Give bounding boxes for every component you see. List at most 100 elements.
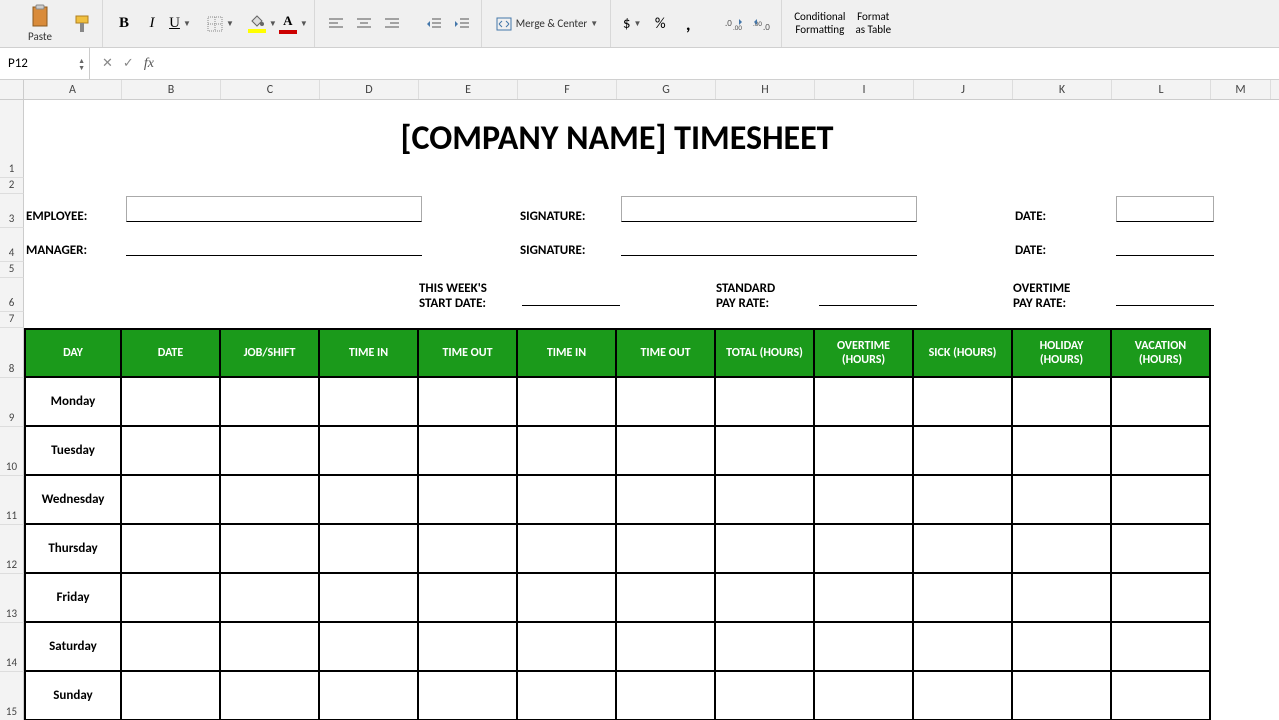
- column-header[interactable]: J: [914, 80, 1013, 99]
- standard-rate-field[interactable]: [819, 304, 917, 306]
- day-cell[interactable]: Sunday: [24, 672, 122, 720]
- data-cell[interactable]: [716, 476, 815, 525]
- data-cell[interactable]: [419, 574, 518, 623]
- data-cell[interactable]: [1112, 623, 1211, 672]
- row-header[interactable]: 5: [0, 262, 24, 278]
- column-header[interactable]: C: [221, 80, 320, 99]
- data-cell[interactable]: [122, 574, 221, 623]
- data-cell[interactable]: [518, 427, 617, 476]
- column-header[interactable]: M: [1211, 80, 1271, 99]
- data-cell[interactable]: [122, 672, 221, 720]
- data-cell[interactable]: [914, 623, 1013, 672]
- row-header[interactable]: 9: [0, 378, 24, 427]
- employee-field[interactable]: [126, 196, 422, 222]
- data-cell[interactable]: [419, 525, 518, 574]
- data-cell[interactable]: [221, 672, 320, 720]
- data-cell[interactable]: [320, 623, 419, 672]
- data-cell[interactable]: [419, 476, 518, 525]
- accept-icon[interactable]: ✓: [123, 56, 134, 71]
- data-cell[interactable]: [914, 476, 1013, 525]
- signature-field-2[interactable]: [621, 254, 917, 256]
- decrease-indent-button[interactable]: [421, 11, 447, 37]
- data-cell[interactable]: [815, 476, 914, 525]
- borders-button[interactable]: ▼: [207, 11, 234, 37]
- data-cell[interactable]: [617, 672, 716, 720]
- align-right-button[interactable]: [379, 11, 405, 37]
- data-cell[interactable]: [320, 672, 419, 720]
- data-cell[interactable]: [518, 672, 617, 720]
- data-cell[interactable]: [122, 623, 221, 672]
- comma-button[interactable]: ,: [675, 11, 701, 37]
- column-header[interactable]: B: [122, 80, 221, 99]
- format-painter-button[interactable]: [70, 11, 96, 37]
- data-cell[interactable]: [320, 378, 419, 427]
- merge-center-button[interactable]: Merge & Center ▼: [490, 11, 604, 37]
- data-cell[interactable]: [1112, 427, 1211, 476]
- data-cell[interactable]: [419, 623, 518, 672]
- data-cell[interactable]: [716, 672, 815, 720]
- column-header[interactable]: F: [518, 80, 617, 99]
- data-cell[interactable]: [815, 378, 914, 427]
- data-cell[interactable]: [914, 525, 1013, 574]
- data-cell[interactable]: [716, 378, 815, 427]
- increase-indent-button[interactable]: [449, 11, 475, 37]
- row-header[interactable]: 1: [0, 100, 24, 178]
- day-cell[interactable]: Friday: [24, 574, 122, 623]
- row-header[interactable]: 3: [0, 194, 24, 228]
- conditional-formatting-button[interactable]: Conditional Formatting: [790, 2, 849, 46]
- column-header[interactable]: H: [716, 80, 815, 99]
- data-cell[interactable]: [419, 672, 518, 720]
- data-cell[interactable]: [1112, 672, 1211, 720]
- data-cell[interactable]: [1013, 672, 1112, 720]
- data-cell[interactable]: [1013, 525, 1112, 574]
- data-cell[interactable]: [1013, 574, 1112, 623]
- row-header[interactable]: 12: [0, 525, 24, 574]
- data-cell[interactable]: [419, 427, 518, 476]
- day-cell[interactable]: Tuesday: [24, 427, 122, 476]
- row-header[interactable]: 15: [0, 672, 24, 720]
- paste-button[interactable]: Paste: [12, 2, 68, 46]
- column-header[interactable]: I: [815, 80, 914, 99]
- signature-field-1[interactable]: [621, 196, 917, 222]
- column-header[interactable]: G: [617, 80, 716, 99]
- column-header[interactable]: E: [419, 80, 518, 99]
- align-left-button[interactable]: [323, 11, 349, 37]
- day-cell[interactable]: Monday: [24, 378, 122, 427]
- data-cell[interactable]: [518, 476, 617, 525]
- underline-button[interactable]: U▼: [167, 11, 193, 37]
- data-cell[interactable]: [221, 378, 320, 427]
- data-cell[interactable]: [518, 623, 617, 672]
- row-header[interactable]: 10: [0, 427, 24, 476]
- fill-color-button[interactable]: ▼: [248, 11, 277, 37]
- data-cell[interactable]: [320, 525, 419, 574]
- row-header[interactable]: 11: [0, 476, 24, 525]
- cancel-icon[interactable]: ✕: [102, 56, 113, 71]
- data-cell[interactable]: [1112, 574, 1211, 623]
- data-cell[interactable]: [617, 525, 716, 574]
- column-header[interactable]: L: [1112, 80, 1211, 99]
- row-header[interactable]: 13: [0, 574, 24, 623]
- data-cell[interactable]: [122, 427, 221, 476]
- data-cell[interactable]: [716, 525, 815, 574]
- data-cell[interactable]: [221, 525, 320, 574]
- spreadsheet-grid[interactable]: ABCDEFGHIJKLM 123456789101112131415 [COM…: [0, 80, 1279, 720]
- data-cell[interactable]: [1013, 476, 1112, 525]
- data-cell[interactable]: [1112, 476, 1211, 525]
- data-cell[interactable]: [716, 623, 815, 672]
- decrease-decimal-button[interactable]: .00.0: [749, 11, 775, 37]
- day-cell[interactable]: Thursday: [24, 525, 122, 574]
- name-box-stepper[interactable]: ▲▼: [78, 57, 85, 71]
- column-header[interactable]: D: [320, 80, 419, 99]
- data-cell[interactable]: [221, 623, 320, 672]
- data-cell[interactable]: [1112, 525, 1211, 574]
- data-cell[interactable]: [320, 574, 419, 623]
- data-cell[interactable]: [617, 378, 716, 427]
- manager-field[interactable]: [126, 254, 422, 256]
- align-center-button[interactable]: [351, 11, 377, 37]
- currency-button[interactable]: $▼: [619, 11, 645, 37]
- data-cell[interactable]: [1013, 378, 1112, 427]
- data-cell[interactable]: [518, 378, 617, 427]
- data-cell[interactable]: [221, 476, 320, 525]
- data-cell[interactable]: [518, 525, 617, 574]
- column-header[interactable]: K: [1013, 80, 1112, 99]
